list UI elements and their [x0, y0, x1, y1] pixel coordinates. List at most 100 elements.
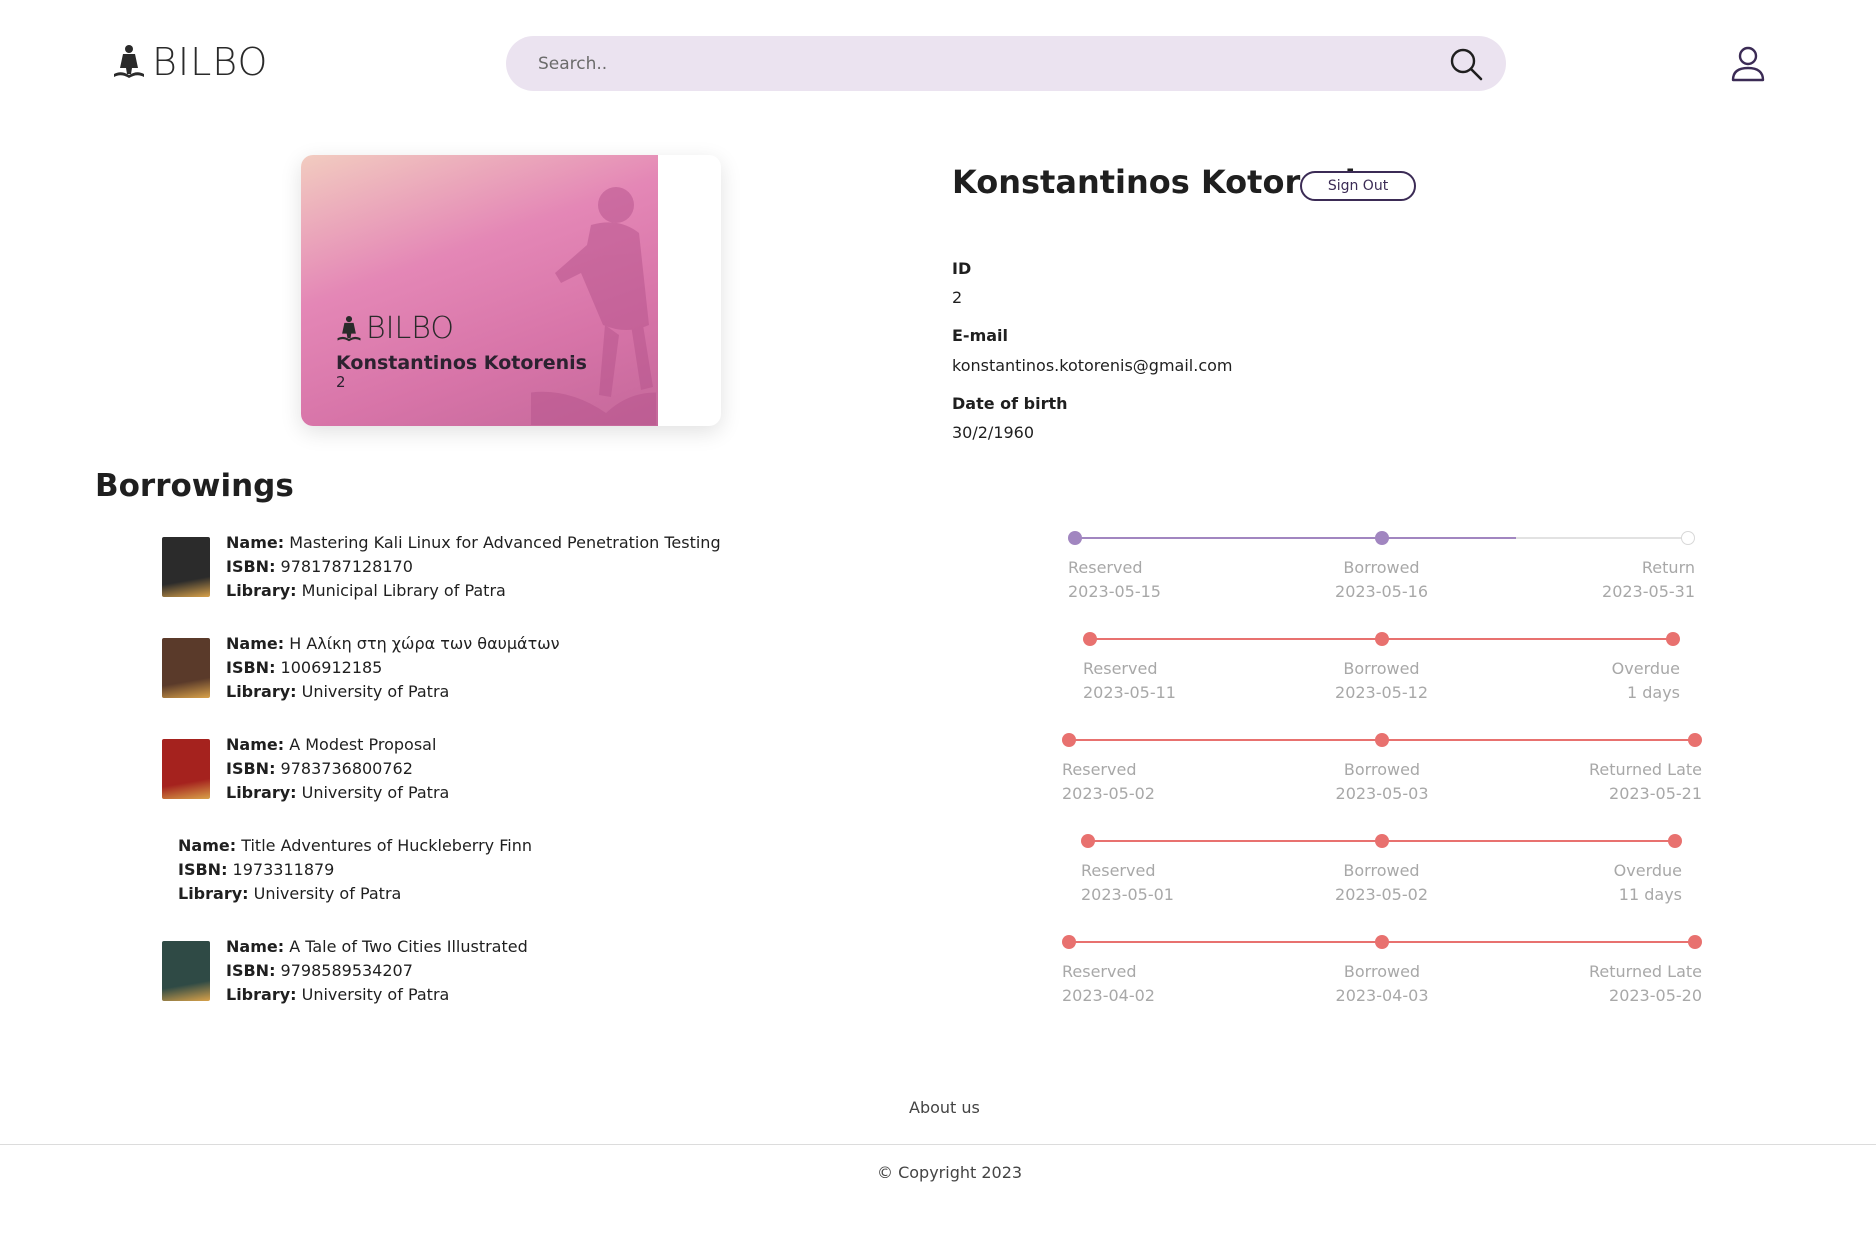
- book-name-label: Name:: [226, 634, 285, 653]
- book-name-label: Name:: [178, 836, 237, 855]
- book-isbn-label: ISBN:: [226, 557, 276, 576]
- card-logo-text: BILBO: [366, 311, 454, 346]
- book-isbn-value: 1006912185: [275, 658, 383, 677]
- borrowing-item[interactable]: Name: A Modest Proposal ISBN: 97837368007…: [162, 733, 449, 805]
- book-library-value: University of Patra: [296, 985, 450, 1004]
- book-isbn-line: ISBN: 9781787128170: [226, 555, 721, 579]
- dob-value: 30/2/1960: [952, 423, 1035, 442]
- timeline-stage-value: 1 days: [1626, 683, 1680, 702]
- timeline-stage-label: Overdue: [1611, 659, 1680, 678]
- footer-divider: [0, 1144, 1876, 1145]
- book-cover-image: [162, 638, 210, 698]
- timeline-stage-label: Returned Late: [1588, 760, 1702, 779]
- book-isbn-value: 9798589534207: [275, 961, 413, 980]
- card-holder-id: 2: [336, 373, 346, 391]
- timeline-stage-dot: [1374, 834, 1389, 848]
- timeline-stage-value: 11 days: [1618, 885, 1682, 904]
- timeline-stage-dot: [1083, 632, 1097, 646]
- timeline-stage-label: Reserved: [1062, 760, 1137, 779]
- book-library-line: Library: Municipal Library of Patra: [226, 579, 721, 603]
- id-value: 2: [952, 288, 963, 307]
- book-info: Name: Title Adventures of Huckleberry Fi…: [178, 834, 532, 906]
- book-library-value: University of Patra: [296, 783, 450, 802]
- hobbit-silhouette-icon: [531, 187, 656, 425]
- borrowing-timeline: Reserved 2023-04-02 Borrowed 2023-04-03 Retu…: [1062, 935, 1702, 1025]
- timeline-stage-dot: [1068, 531, 1082, 545]
- timeline-stage-value: 2023-05-12: [1335, 683, 1428, 702]
- book-library-value: University of Patra: [296, 682, 450, 701]
- timeline-stage-label: Borrowed: [1343, 760, 1421, 779]
- book-isbn-line: ISBN: 1006912185: [226, 656, 560, 680]
- search-input[interactable]: [538, 36, 1418, 91]
- library-card: BILBO Konstantinos Kotorenis 2: [301, 155, 658, 426]
- book-library-label: Library:: [226, 682, 297, 701]
- logo-text: BILBO: [152, 40, 269, 84]
- timeline-stage-dot: [1375, 733, 1389, 747]
- timeline-stage-label: Returned Late: [1588, 962, 1702, 981]
- timeline-stage-value: 2023-04-02: [1062, 986, 1155, 1005]
- borrowing-timeline: Reserved 2023-05-02 Borrowed 2023-05-03 Retu…: [1062, 733, 1702, 823]
- book-isbn-line: ISBN: 9783736800762: [226, 757, 449, 781]
- timeline-stage-label: Reserved: [1062, 962, 1137, 981]
- search-bar: [506, 36, 1506, 91]
- card-logo: BILBO: [336, 313, 454, 345]
- book-isbn-label: ISBN:: [226, 658, 276, 677]
- book-isbn-value: 9781787128170: [275, 557, 413, 576]
- book-isbn-label: ISBN:: [178, 860, 228, 879]
- book-name-value: Title Adventures of Huckleberry Finn: [236, 836, 532, 855]
- timeline-stage-value: 2023-05-21: [1609, 784, 1702, 803]
- book-info: Name: A Modest Proposal ISBN: 97837368007…: [226, 733, 449, 805]
- timeline-stage-dot: [1374, 632, 1389, 646]
- book-name-line: Name: Title Adventures of Huckleberry Fi…: [178, 834, 532, 858]
- book-cover-image: [162, 537, 210, 597]
- hobbit-logo-icon: [337, 316, 361, 342]
- search-icon[interactable]: [1448, 46, 1484, 82]
- about-us-link[interactable]: About us: [909, 1098, 980, 1117]
- borrowing-item[interactable]: Name: Mastering Kali Linux for Advanced …: [162, 531, 721, 603]
- timeline-progress: [1075, 537, 1517, 539]
- timeline-stage-dot: [1062, 935, 1076, 949]
- book-name-label: Name:: [226, 735, 285, 754]
- timeline-stage-value: 2023-05-01: [1081, 885, 1174, 904]
- book-name-value: A Tale of Two Cities Illustrated: [284, 937, 528, 956]
- book-isbn-label: ISBN:: [226, 961, 276, 980]
- id-label: ID: [952, 259, 972, 278]
- timeline-stage-value: 2023-05-16: [1335, 582, 1428, 601]
- timeline-stage-label: Borrowed: [1343, 861, 1420, 880]
- book-library-label: Library:: [178, 884, 249, 903]
- timeline-stage-value: 2023-05-02: [1335, 885, 1428, 904]
- book-library-label: Library:: [226, 581, 297, 600]
- timeline-stage-label: Overdue: [1613, 861, 1682, 880]
- bilbo-logo[interactable]: BILBO: [112, 42, 268, 82]
- borrowing-item[interactable]: Name: Title Adventures of Huckleberry Fi…: [178, 834, 532, 906]
- book-name-value: A Modest Proposal: [284, 735, 437, 754]
- book-isbn-label: ISBN:: [226, 759, 276, 778]
- timeline-stage-dot: [1668, 834, 1682, 848]
- borrowing-timeline: Reserved 2023-05-11 Borrowed 2023-05-12 Over…: [1083, 632, 1680, 722]
- book-info: Name: Η Αλίκη στη χώρα των θαυμάτων ISBN:…: [226, 632, 560, 704]
- book-library-line: Library: University of Patra: [226, 781, 449, 805]
- book-info: Name: Mastering Kali Linux for Advanced …: [226, 531, 721, 603]
- book-library-value: University of Patra: [248, 884, 402, 903]
- timeline-stage-dot: [1688, 935, 1702, 949]
- book-name-label: Name:: [226, 937, 285, 956]
- timeline-stage-label: Borrowed: [1343, 558, 1420, 577]
- timeline-stage-label: Return: [1641, 558, 1695, 577]
- dob-label: Date of birth: [952, 394, 1068, 413]
- book-isbn-value: 9783736800762: [275, 759, 413, 778]
- timeline-stage-value: 2023-05-15: [1068, 582, 1161, 601]
- book-library-value: Municipal Library of Patra: [296, 581, 506, 600]
- user-profile-icon[interactable]: [1728, 44, 1768, 84]
- book-name-line: Name: A Tale of Two Cities Illustrated: [226, 935, 528, 959]
- timeline-stage-value: 2023-05-02: [1062, 784, 1155, 803]
- borrowing-item[interactable]: Name: A Tale of Two Cities Illustrated IS…: [162, 935, 528, 1007]
- book-name-line: Name: A Modest Proposal: [226, 733, 449, 757]
- borrowing-item[interactable]: Name: Η Αλίκη στη χώρα των θαυμάτων ISBN:…: [162, 632, 560, 704]
- timeline-stage-label: Reserved: [1081, 861, 1156, 880]
- book-library-line: Library: University of Patra: [226, 983, 528, 1007]
- sign-out-button[interactable]: Sign Out: [1300, 171, 1416, 201]
- book-cover-image: [162, 739, 210, 799]
- email-label: E-mail: [952, 326, 1009, 345]
- book-library-label: Library:: [226, 985, 297, 1004]
- book-name-value: Mastering Kali Linux for Advanced Penetr…: [284, 533, 721, 552]
